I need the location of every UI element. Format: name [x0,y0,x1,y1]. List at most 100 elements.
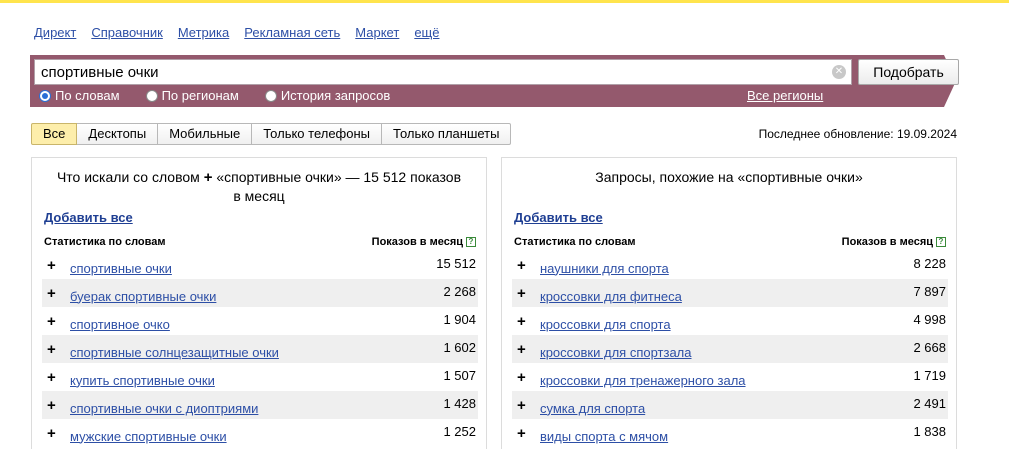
phrase-link[interactable]: спортивные солнцезащитные очки [70,345,279,360]
column-headers: Статистика по словам Показов в месяц? [44,236,476,248]
tab-all[interactable]: Все [31,123,78,145]
similar-rows: + наушники для спорта 8 228 + кроссовки для… [512,251,948,447]
add-phrase-icon[interactable]: + [517,313,535,330]
shows-count: 1 428 [443,396,476,411]
add-phrase-icon[interactable]: + [47,285,65,302]
radio-dot-icon[interactable] [145,89,158,102]
add-all-link[interactable]: Добавить все [514,210,603,225]
col-shows: Показов в месяц? [372,236,476,248]
panel-title: Запросы, похожие на «спортивные очки» [595,169,863,185]
add-phrase-icon[interactable]: + [517,341,535,358]
add-phrase-icon[interactable]: + [517,285,535,302]
table-row: + виды спорта с мячом 1 838 [512,419,948,447]
phrase-link[interactable]: спортивные очки [70,261,172,276]
nav-more[interactable]: ещё [414,25,439,40]
nav-reference[interactable]: Справочник [91,25,163,40]
shows-count: 2 668 [913,340,946,355]
nav-ad-network[interactable]: Рекламная сеть [244,25,340,40]
panel-word-stats: Что искали со словом + «спортивные очки»… [31,157,487,449]
all-regions-link[interactable]: Все регионы [747,88,823,103]
nav-metrica[interactable]: Метрика [178,25,229,40]
shows-count: 4 998 [913,312,946,327]
radio-by-words[interactable]: По словам [39,88,120,103]
top-nav: Директ Справочник Метрика Рекламная сеть… [34,25,454,40]
add-phrase-icon[interactable]: + [517,257,535,274]
radio-label: По словам [55,88,120,103]
shows-count: 1 602 [443,340,476,355]
col-words: Статистика по словам [514,236,636,248]
radio-dot-icon[interactable] [264,89,277,102]
clear-icon[interactable]: ✕ [832,65,846,79]
phrase-link[interactable]: мужские спортивные очки [70,429,227,444]
phrase-link[interactable]: кроссовки для тренажерного зала [540,373,746,388]
table-row: + спортивные очки 15 512 [42,251,478,279]
add-phrase-icon[interactable]: + [47,425,65,442]
tab-mobile[interactable]: Мобильные [158,123,253,145]
add-phrase-icon[interactable]: + [517,425,535,442]
add-phrase-icon[interactable]: + [47,313,65,330]
word-rows: + спортивные очки 15 512 + буерак спортивны… [42,251,478,447]
column-headers: Статистика по словам Показов в месяц? [514,236,946,248]
phrase-link[interactable]: спортивные очки с диоптриями [70,401,258,416]
add-phrase-icon[interactable]: + [47,257,65,274]
shows-count: 2 268 [443,284,476,299]
phrase-link[interactable]: сумка для спорта [540,401,645,416]
search-input[interactable] [34,59,852,85]
tab-phones-only[interactable]: Только телефоны [252,123,383,145]
shows-count: 1 252 [443,424,476,439]
radio-dot-checked-icon[interactable] [39,89,51,102]
panel-title: Что искали со словом + «спортивные очки»… [32,168,486,206]
table-row: + спортивные очки с диоптриями 1 428 [42,391,478,419]
phrase-link[interactable]: наушники для спорта [540,261,669,276]
add-phrase-icon[interactable]: + [517,369,535,386]
phrase-link[interactable]: купить спортивные очки [70,373,215,388]
shows-count: 1 719 [913,368,946,383]
phrase-link[interactable]: виды спорта с мячом [540,429,668,444]
add-phrase-icon[interactable]: + [47,397,65,414]
panel-similar-queries: Запросы, похожие на «спортивные очки» До… [501,157,957,449]
table-row: + спортивное очко 1 904 [42,307,478,335]
search-mode-group: По словам По регионам История запросов [39,88,416,103]
add-phrase-icon[interactable]: + [47,369,65,386]
nav-market[interactable]: Маркет [355,25,399,40]
phrase-link[interactable]: кроссовки для спорта [540,317,671,332]
phrase-link[interactable]: кроссовки для спортзала [540,345,692,360]
shows-count: 8 228 [913,256,946,271]
table-row: + наушники для спорта 8 228 [512,251,948,279]
col-words: Статистика по словам [44,236,166,248]
nav-direct[interactable]: Директ [34,25,76,40]
last-updated: Последнее обновление: 19.09.2024 [758,127,957,141]
radio-by-regions[interactable]: По регионам [145,88,239,103]
table-row: + буерак спортивные очки 2 268 [42,279,478,307]
shows-count: 7 897 [913,284,946,299]
help-icon[interactable]: ? [936,237,946,247]
title-suffix: «спортивные очки» — 15 512 показов в мес… [216,169,462,204]
table-row: + кроссовки для спортзала 2 668 [512,335,948,363]
col-shows: Показов в месяц? [842,236,946,248]
submit-button[interactable]: Подобрать [858,59,959,85]
radio-query-history[interactable]: История запросов [264,88,391,103]
table-row: + сумка для спорта 2 491 [512,391,948,419]
tab-desktops[interactable]: Десктопы [77,123,159,145]
shows-count: 2 491 [913,396,946,411]
plus-icon: + [203,169,213,186]
add-all-link[interactable]: Добавить все [44,210,133,225]
add-phrase-icon[interactable]: + [517,397,535,414]
shows-count: 1 904 [443,312,476,327]
phrase-link[interactable]: спортивное очко [70,317,170,332]
tab-tablets-only[interactable]: Только планшеты [382,123,512,145]
shows-count: 1 507 [443,368,476,383]
table-row: + кроссовки для тренажерного зала 1 719 [512,363,948,391]
radio-label: История запросов [280,88,391,103]
add-phrase-icon[interactable]: + [47,341,65,358]
title-prefix: Что искали со словом [56,169,200,185]
shows-count: 15 512 [436,256,476,271]
shows-count: 1 838 [913,424,946,439]
table-row: + спортивные солнцезащитные очки 1 602 [42,335,478,363]
search-bar: ✕ Подобрать По словам По регионам Истори… [30,55,959,107]
phrase-link[interactable]: кроссовки для фитнеса [540,289,682,304]
help-icon[interactable]: ? [466,237,476,247]
top-accent-line [0,0,1009,3]
phrase-link[interactable]: буерак спортивные очки [70,289,216,304]
table-row: + купить спортивные очки 1 507 [42,363,478,391]
